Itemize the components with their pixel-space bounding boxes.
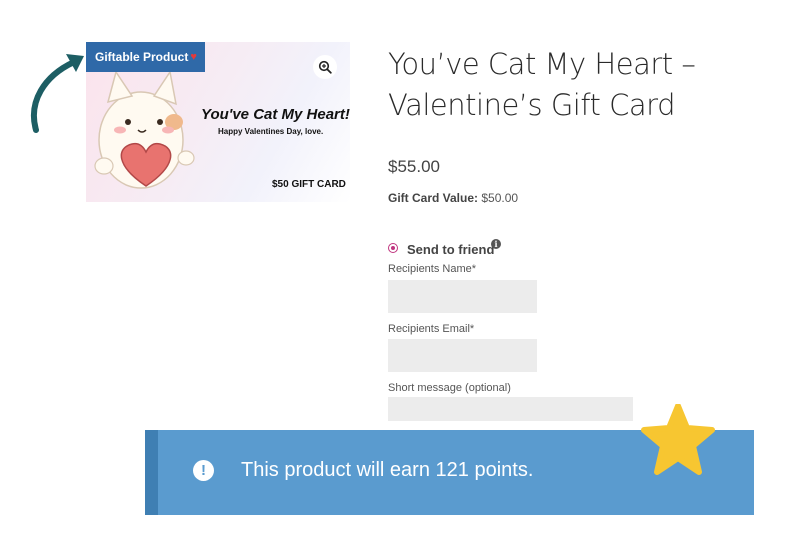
short-message-label: Short message (optional) xyxy=(388,382,511,394)
recipient-email-label: Recipients Email* xyxy=(388,323,475,335)
curved-arrow-icon xyxy=(31,54,84,133)
card-title: You've Cat My Heart! xyxy=(201,106,350,123)
product-title: You’ve Cat My Heart – Valentine’s Gift C… xyxy=(388,47,696,122)
star-icon xyxy=(641,404,715,475)
product-price: $55.00 xyxy=(388,157,440,176)
badge-label: Giftable Product xyxy=(95,50,189,64)
zoom-in-icon xyxy=(318,60,332,74)
card-amount: $50 GIFT CARD xyxy=(272,179,346,190)
heart-icon: ♥ xyxy=(190,51,197,63)
send-to-friend-label[interactable]: Send to friend xyxy=(407,242,494,257)
gift-card-value-amount: $50.00 xyxy=(481,191,519,205)
info-icon[interactable]: i xyxy=(491,239,501,249)
recipient-name-input[interactable] xyxy=(388,280,537,313)
cat-illustration xyxy=(94,70,195,189)
send-to-friend-radio[interactable] xyxy=(388,243,398,253)
recipient-email-input[interactable] xyxy=(388,339,537,372)
zoom-button[interactable] xyxy=(313,55,337,79)
card-subtitle: Happy Valentines Day, love. xyxy=(218,127,324,136)
giftable-product-badge: Giftable Product ♥ xyxy=(86,42,205,72)
recipient-name-label: Recipients Name* xyxy=(388,263,477,275)
points-notice-text: This product will earn 121 points. xyxy=(241,459,534,481)
gift-card-value-label: Gift Card Value: xyxy=(388,191,479,205)
gift-card-value: Gift Card Value: $50.00 xyxy=(388,191,518,205)
exclamation-icon: ! xyxy=(193,460,214,481)
short-message-input[interactable] xyxy=(388,397,633,421)
